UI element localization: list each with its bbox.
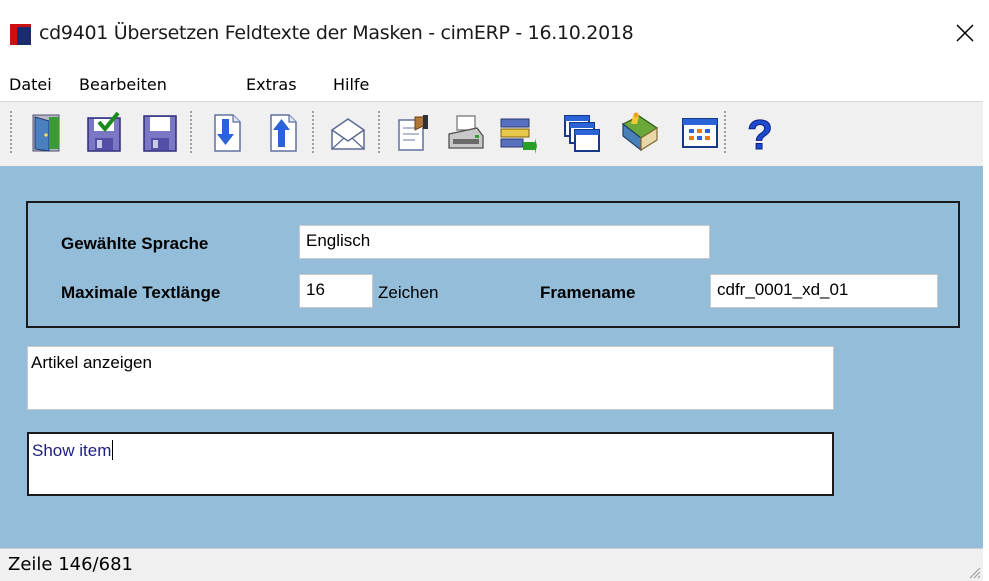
menu-bar: Datei Bearbeiten Extras Hilfe	[0, 68, 989, 100]
svg-text:?: ?	[747, 112, 773, 154]
toolbar-separator	[312, 111, 316, 155]
upload-icon	[270, 114, 297, 152]
toolbar: ?	[0, 101, 989, 167]
help-button[interactable]: ?	[740, 111, 780, 155]
book-icon	[621, 112, 659, 152]
menu-extras[interactable]: Extras	[246, 75, 297, 94]
max-length-label: Maximale Textlänge	[61, 283, 221, 302]
save-icon	[143, 115, 177, 152]
help-icon: ?	[747, 112, 774, 154]
source-text-field[interactable]: Artikel anzeigen	[27, 346, 834, 410]
title-bar: cd9401 Übersetzen Feldtexte der Masken -…	[0, 0, 989, 68]
mail-button[interactable]	[328, 111, 368, 155]
print-button[interactable]	[446, 111, 486, 155]
book-button[interactable]	[620, 111, 660, 155]
max-length-unit: Zeichen	[378, 283, 439, 302]
translation-text-field[interactable]: Show item	[27, 432, 834, 496]
grid-button[interactable]	[680, 111, 720, 155]
toolbar-separator	[190, 111, 194, 155]
transfer-icon	[500, 118, 537, 154]
max-length-field[interactable]: 16	[299, 274, 373, 308]
save-button[interactable]	[140, 111, 180, 155]
toolbar-grip[interactable]	[10, 111, 14, 155]
app-window: cd9401 Übersetzen Feldtexte der Masken -…	[0, 0, 989, 581]
menu-bearbeiten[interactable]: Bearbeiten	[79, 75, 167, 94]
framename-field[interactable]: cdfr_0001_xd_01	[710, 274, 938, 308]
next-record-button[interactable]	[206, 111, 246, 155]
window-title: cd9401 Übersetzen Feldtexte der Masken -…	[39, 22, 634, 44]
download-icon	[214, 114, 241, 152]
close-icon	[956, 24, 974, 42]
source-text: Artikel anzeigen	[31, 353, 152, 372]
language-label: Gewählte Sprache	[61, 234, 209, 253]
toolbar-separator	[724, 111, 728, 155]
print-icon	[448, 115, 484, 149]
exit-button[interactable]	[26, 111, 66, 155]
save-check-icon	[87, 112, 121, 152]
windows-icon	[564, 115, 600, 152]
mail-icon	[331, 118, 365, 150]
language-field[interactable]: Englisch	[299, 225, 710, 259]
app-icon	[10, 24, 31, 45]
edit-icon	[398, 115, 428, 151]
translation-text: Show item	[32, 441, 112, 460]
menu-datei[interactable]: Datei	[9, 75, 52, 94]
status-text: Zeile 146/681	[8, 554, 133, 575]
previous-record-button[interactable]	[262, 111, 302, 155]
grid-icon	[682, 118, 718, 148]
settings-group: Gewählte Sprache Englisch Maximale Textl…	[26, 201, 960, 328]
exit-door-icon	[32, 114, 60, 152]
menu-hilfe[interactable]: Hilfe	[333, 75, 369, 94]
windows-button[interactable]	[562, 111, 602, 155]
form-area: Gewählte Sprache Englisch Maximale Textl…	[0, 166, 983, 548]
resize-grip-icon[interactable]	[967, 565, 981, 579]
text-cursor	[112, 440, 114, 460]
close-button[interactable]	[941, 12, 989, 54]
transfer-button[interactable]	[498, 111, 538, 155]
window-edge	[983, 101, 989, 580]
edit-button[interactable]	[392, 111, 432, 155]
status-bar: Zeile 146/681	[0, 548, 983, 581]
framename-label: Framename	[540, 283, 636, 302]
save-and-check-button[interactable]	[84, 111, 124, 155]
toolbar-separator	[378, 111, 382, 155]
